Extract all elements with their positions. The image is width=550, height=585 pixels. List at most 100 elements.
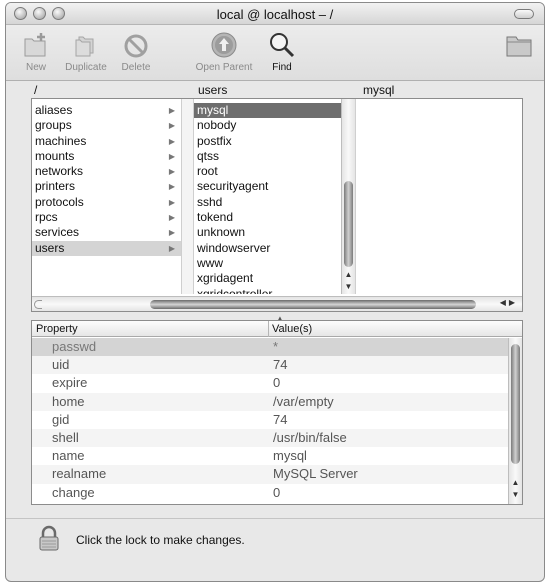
property-value: MySQL Server [273, 466, 358, 482]
toolbar-toggle-button[interactable] [514, 9, 534, 19]
list-item-label: windowserver [197, 240, 271, 255]
property-key: gid [52, 411, 70, 427]
scroll-up-arrow-icon[interactable]: ▲ [342, 270, 355, 282]
scroll-thumb[interactable] [511, 344, 520, 464]
table-row[interactable]: change 0 [32, 484, 508, 502]
list-item[interactable]: www▶ [194, 256, 355, 271]
column-divider [182, 99, 194, 294]
lock-icon[interactable] [38, 525, 60, 551]
list-item[interactable]: rpcs ▶ [32, 210, 181, 225]
table-row[interactable]: name mysql [32, 447, 508, 465]
duplicate-button[interactable]: Duplicate [56, 31, 116, 73]
table-row[interactable]: gid 74 [32, 411, 508, 429]
list-item[interactable]: aliases ▶ [32, 103, 181, 118]
delete-label: Delete [121, 62, 151, 73]
browser-column-mysql [358, 99, 508, 294]
horizontal-scroll-thumb[interactable] [150, 300, 476, 309]
table-row[interactable]: expire 0 [32, 374, 508, 392]
folder-button[interactable] [504, 31, 534, 62]
list-item[interactable]: securityagent▶ [194, 179, 355, 194]
header-values[interactable]: Value(s) [272, 323, 312, 335]
browser-column-root: aliases ▶ groups ▶ machines ▶ mounts ▶ networks ▶… [32, 99, 182, 294]
table-row[interactable]: realname MySQL Server [32, 465, 508, 484]
scroll-thumb[interactable] [344, 181, 353, 267]
disclosure-arrow-icon: ▶ [168, 228, 175, 238]
list-item-label: sshd [197, 194, 223, 209]
disclosure-arrow-icon: ▶ [168, 197, 175, 207]
list-item[interactable]: xgridagent▶ [194, 271, 355, 286]
magnifier-icon [270, 33, 295, 58]
folder-icon [506, 36, 532, 57]
list-item[interactable]: mounts ▶ [32, 149, 181, 164]
scroll-up-arrow-icon[interactable]: ▲ [509, 478, 522, 490]
list-item[interactable]: machines ▶ [32, 134, 181, 149]
property-value: /var/empty [273, 393, 334, 409]
footer-divider [6, 518, 544, 519]
list-item-label: printers [35, 179, 76, 194]
list-item[interactable]: mysql▶ [194, 103, 355, 119]
browser-horizontal-scrollbar[interactable]: ◀▶ [32, 296, 522, 311]
find-button[interactable]: Find [262, 31, 302, 73]
open-parent-label: Open Parent [195, 62, 253, 73]
scroll-track-cap [34, 300, 42, 309]
disclosure-arrow-icon: ▶ [168, 136, 175, 146]
list-item[interactable]: qtss▶ [194, 149, 355, 164]
new-button[interactable]: New [16, 31, 56, 73]
app-window: local @ localhost – / New Duplicate Dele… [5, 2, 545, 582]
scroll-left-right-arrows-icon[interactable]: ◀▶ [500, 298, 518, 307]
list-item-label: xgridcontroller [197, 286, 273, 294]
list-item[interactable]: networks ▶ [32, 164, 181, 179]
list-item-label: qtss [197, 148, 220, 163]
list-item[interactable]: sshd▶ [194, 195, 355, 210]
list-item[interactable]: postfix▶ [194, 134, 355, 149]
list-item[interactable]: windowserver▶ [194, 241, 355, 256]
table-row[interactable]: passwd * [32, 338, 508, 357]
list-item-label: postfix [197, 133, 232, 148]
disclosure-arrow-icon: ▶ [168, 213, 175, 223]
list-item[interactable]: tokend▶ [194, 210, 355, 225]
list-item[interactable]: printers ▶ [32, 179, 181, 194]
column-browser: aliases ▶ groups ▶ machines ▶ mounts ▶ networks ▶… [31, 98, 523, 312]
disclosure-arrow-icon: ▶ [168, 106, 175, 115]
list-item-label: tokend [197, 210, 234, 225]
new-label: New [25, 62, 46, 73]
table-row[interactable]: home/var/empty [32, 392, 508, 411]
list-item-label: www [197, 255, 223, 270]
table-row[interactable]: uid 74 [32, 356, 508, 375]
property-vertical-scrollbar[interactable]: ▲ ▼ [508, 338, 522, 504]
find-label: Find [272, 62, 292, 73]
delete-button[interactable]: Delete [116, 31, 156, 73]
property-rows: passwd * uid 74 expire 0 home/var/empty gid 74 sh… [32, 338, 508, 502]
list-item[interactable]: protocols ▶ [32, 195, 181, 210]
property-key: name [52, 448, 85, 464]
list-item[interactable]: root▶ [194, 164, 355, 179]
list-item[interactable]: users ▶ [32, 240, 181, 256]
browser-column-users: mysql▶nobody▶postfix▶qtss▶root▶securitya… [194, 99, 356, 294]
property-value: 74 [273, 357, 288, 373]
list-item-label: mysql [197, 103, 229, 117]
list-item[interactable]: services ▶ [32, 225, 181, 240]
property-key: home [52, 393, 85, 409]
property-value: 0 [273, 375, 281, 391]
disclosure-arrow-icon: ▶ [168, 121, 175, 131]
list-item[interactable]: nobody▶ [194, 118, 355, 133]
users-list: mysql▶nobody▶postfix▶qtss▶root▶securitya… [194, 103, 355, 294]
list-item-label: unknown [197, 225, 246, 240]
list-item-label: users [35, 240, 65, 255]
list-item-label: networks [35, 164, 84, 179]
list-item[interactable]: unknown▶ [194, 225, 355, 240]
list-item[interactable]: xgridcontroller▶ [194, 287, 355, 294]
list-item-label: nobody [197, 118, 237, 133]
scroll-down-arrow-icon[interactable]: ▼ [509, 490, 522, 502]
users-vertical-scrollbar[interactable]: ▲ ▼ [341, 99, 355, 294]
open-parent-button[interactable]: Open Parent [189, 31, 259, 73]
table-row[interactable]: shell/usr/bin/false [32, 428, 508, 448]
property-value: mysql [273, 448, 307, 464]
new-folder-icon [24, 33, 46, 57]
list-item[interactable]: groups ▶ [32, 118, 181, 133]
list-item-label: root [197, 164, 218, 179]
header-property[interactable]: Property [36, 323, 78, 335]
property-key: shell [52, 429, 79, 445]
list-item-label: mounts [35, 148, 75, 163]
scroll-down-arrow-icon[interactable]: ▼ [342, 282, 355, 294]
